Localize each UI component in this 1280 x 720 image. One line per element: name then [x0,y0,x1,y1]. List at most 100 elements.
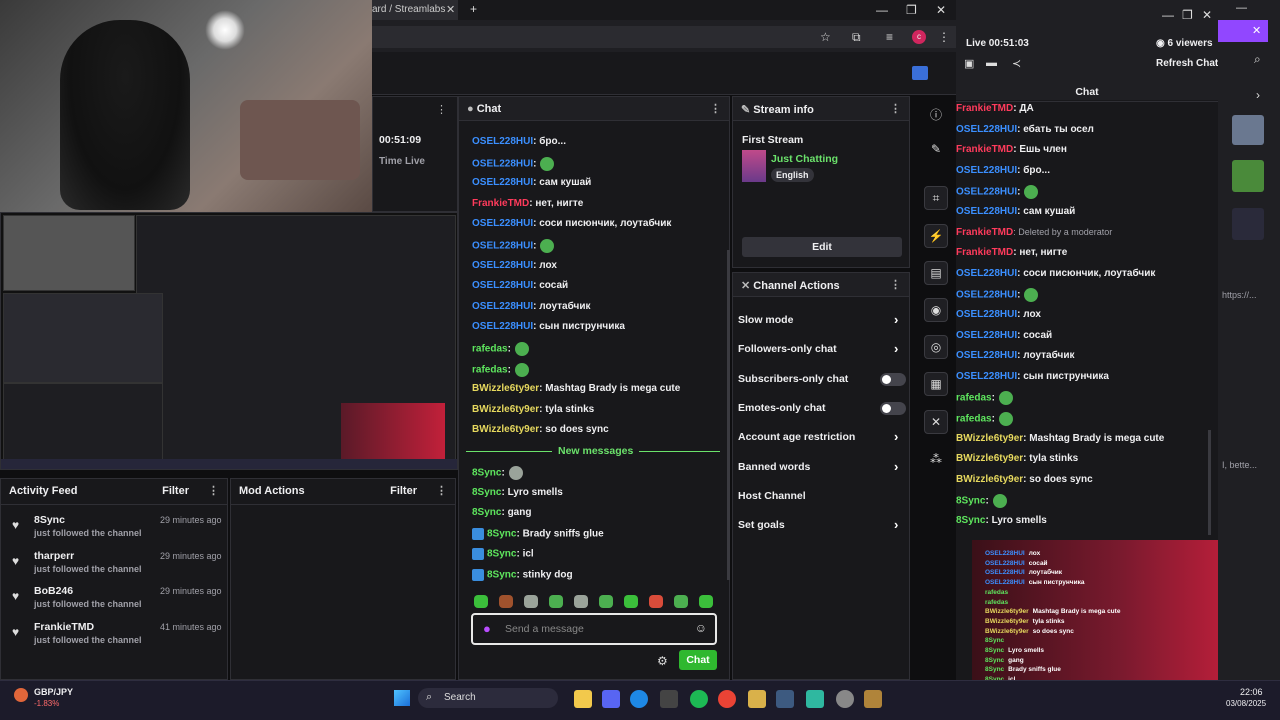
channel-action-label[interactable]: Emotes-only chat [738,402,826,414]
activity-filter-button[interactable]: Filter [162,485,189,497]
category-name[interactable]: Just Chatting [771,153,838,165]
minimize-button[interactable]: — [876,3,888,17]
store-icon[interactable] [660,690,678,708]
address-bar[interactable] [372,26,956,48]
chevron-right-icon[interactable]: › [894,312,898,327]
file-explorer-icon[interactable] [574,690,592,708]
activity-kebab-icon[interactable]: ⋮ [208,484,219,497]
chat-username[interactable]: BWizzle6ty9er [472,404,539,415]
stats-kebab-icon[interactable]: ⋮ [436,103,447,116]
popout-username[interactable]: rafedas [956,393,992,404]
chevron-right-icon[interactable]: › [894,429,898,444]
edit-stream-info-button[interactable]: Edit [742,237,902,257]
popout-username[interactable]: BWizzle6ty9er [956,453,1023,464]
info-icon[interactable]: ⓘ [930,106,942,123]
popout-username[interactable]: OSEL228HUI [956,187,1017,198]
sidebar-close-icon[interactable]: ✕ [1252,24,1261,37]
edit-rail-icon[interactable]: ✎ [924,138,948,162]
sidebar-minimize-icon[interactable]: — [1236,2,1247,14]
channel-action-label[interactable]: Account age restriction [738,431,855,443]
app-icon-3[interactable] [864,690,882,708]
bookmark-star-icon[interactable]: ☆ [820,30,831,44]
stream-info-kebab-icon[interactable]: ⋮ [890,102,901,115]
tools-rail-icon[interactable]: ✕ [924,410,948,434]
chat-username[interactable]: OSEL228HUI [472,136,533,147]
popout-username[interactable]: 8Sync [956,515,985,526]
discord-icon[interactable] [602,690,620,708]
close-button[interactable]: ✕ [936,3,946,17]
restore-button[interactable]: ❐ [906,3,917,17]
popout-username[interactable]: OSEL228HUI [956,350,1017,361]
activity-name[interactable]: BoB246 [34,585,73,597]
chat-username[interactable]: rafedas [472,344,508,355]
chat-username[interactable]: BWizzle6ty9er [472,383,539,394]
lightning-rail-icon[interactable]: ⚡ [924,224,948,248]
chat-username[interactable]: OSEL228HUI [472,260,533,271]
chat-username[interactable]: OSEL228HUI [472,158,533,169]
mod-filter-button[interactable]: Filter [390,485,417,497]
chevron-right-icon[interactable]: › [894,459,898,474]
chat-username[interactable]: 8Sync [487,528,516,539]
profile-avatar-icon[interactable]: c [912,30,926,44]
popout-close-button[interactable]: ✕ [1202,8,1212,22]
chrome-icon[interactable] [718,690,736,708]
popout-username[interactable]: OSEL228HUI [956,165,1017,176]
toggle-switch[interactable] [880,401,906,415]
popout-share-icon[interactable]: ≺ [1012,57,1021,70]
app-icon-1[interactable] [748,690,766,708]
emote-picker-item[interactable] [549,595,563,608]
popout-username[interactable]: OSEL228HUI [956,124,1017,135]
emoji-picker-icon[interactable]: ☺ [695,621,707,635]
popout-username[interactable]: OSEL228HUI [956,268,1017,279]
refresh-chat-button[interactable]: Refresh Chat [1156,58,1218,69]
chat-username[interactable]: 8Sync [487,570,516,581]
chat-kebab-icon[interactable]: ⋮ [710,102,721,115]
chevron-right-icon[interactable]: › [894,517,898,532]
chat-username[interactable]: OSEL228HUI [472,218,533,229]
chat-settings-gear-icon[interactable]: ⚙ [657,654,668,668]
sidebar-thumb-3[interactable] [1232,208,1264,240]
emote-picker-item[interactable] [499,595,513,608]
chat-input[interactable]: ● Send a message ☺ [471,613,717,645]
popout-door-icon[interactable]: ▣ [964,57,974,70]
emote-picker-item[interactable] [699,595,713,608]
popout-username[interactable]: FrankieTMD [956,247,1013,258]
popout-username[interactable]: 8Sync [956,496,985,507]
emote-picker-item[interactable] [624,595,638,608]
popout-username[interactable]: OSEL228HUI [956,290,1017,301]
popout-username[interactable]: OSEL228HUI [956,309,1017,320]
extensions-icon[interactable]: ⧉ [852,30,861,45]
microphone-icon[interactable]: ● [483,621,491,636]
windows-start-icon[interactable] [394,690,410,706]
mod-kebab-icon[interactable]: ⋮ [436,484,447,497]
layout-rail-icon[interactable]: ▦ [924,372,948,396]
popout-folder-icon[interactable]: ▬ [986,57,997,69]
raid-rail-icon[interactable]: ⌗ [924,186,948,210]
chat-username[interactable]: OSEL228HUI [472,241,533,252]
emote-picker-item[interactable] [649,595,663,608]
chat-username[interactable]: 8Sync [472,468,501,479]
streamlabs-icon[interactable] [806,690,824,708]
spotify-icon[interactable] [690,690,708,708]
new-tab-button[interactable]: + [470,2,477,16]
emote-picker-item[interactable] [599,595,613,608]
document-rail-icon[interactable]: ▤ [924,261,948,285]
channel-actions-kebab-icon[interactable]: ⋮ [890,278,901,291]
sidebar-thumb-1[interactable] [1232,115,1264,145]
chat-rail-icon[interactable]: ◉ [924,298,948,322]
edge-icon[interactable] [630,690,648,708]
chat-username[interactable]: 8Sync [472,487,501,498]
taskbar-search[interactable]: ⌕ Search [418,688,558,708]
sidebar-search-icon[interactable]: ⌕ [1254,52,1261,67]
chat-username[interactable]: 8Sync [472,507,501,518]
chat-username[interactable]: rafedas [472,364,508,375]
popout-restore-button[interactable]: ❐ [1182,8,1193,22]
chat-username[interactable]: OSEL228HUI [472,177,533,188]
emote-picker-item[interactable] [524,595,538,608]
popout-username[interactable]: rafedas [956,414,992,425]
chat-username[interactable]: 8Sync [487,549,516,560]
share-rail-icon[interactable]: ⁂ [930,452,942,466]
chat-username[interactable]: OSEL228HUI [472,280,533,291]
steam-icon[interactable] [776,690,794,708]
toggle-switch[interactable] [880,372,906,386]
